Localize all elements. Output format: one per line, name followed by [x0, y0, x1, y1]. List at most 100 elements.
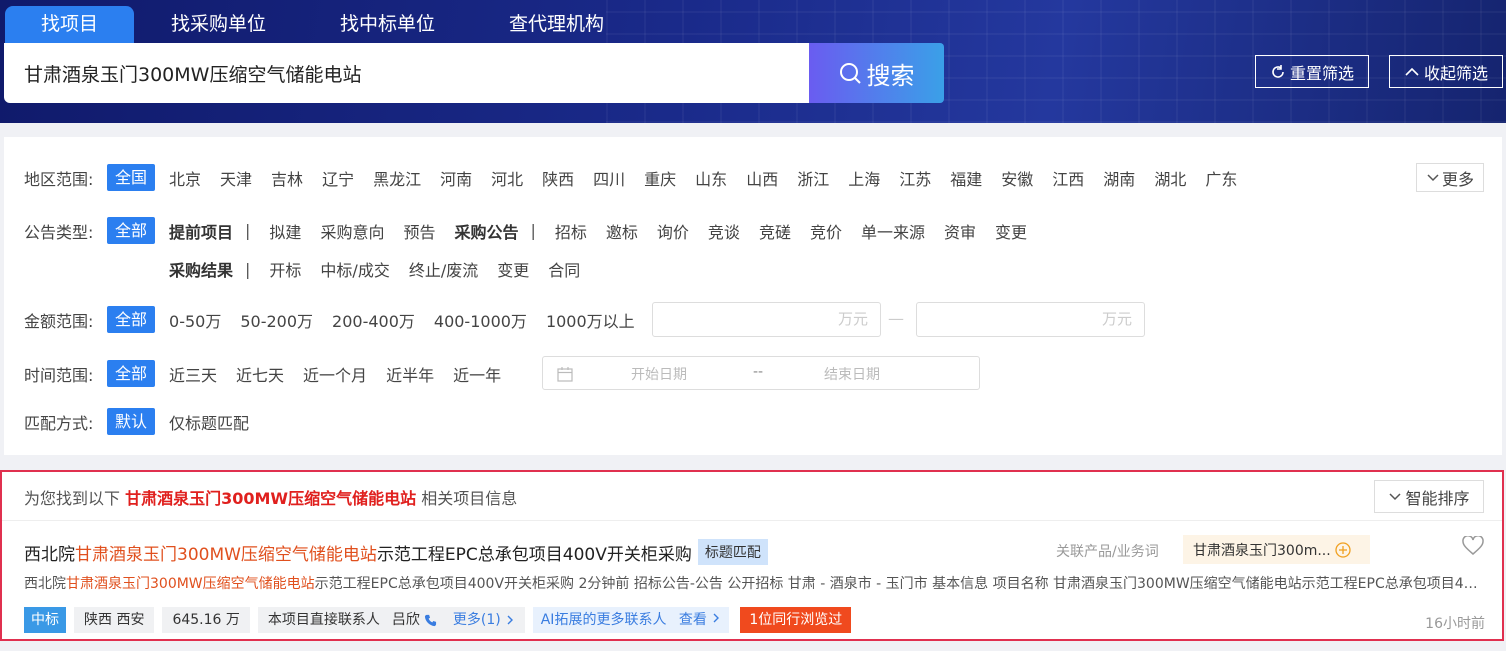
add-circle-icon[interactable] [1335, 541, 1351, 558]
amount-dash: — [888, 309, 904, 328]
amount-option[interactable]: 400-1000万 [434, 308, 527, 332]
region-option[interactable]: 江西 [1052, 166, 1084, 190]
type-option[interactable]: 变更 [995, 219, 1027, 243]
start-date-input[interactable]: 开始日期 [631, 364, 687, 384]
type-option[interactable]: 竞价 [810, 219, 842, 243]
amount-option[interactable]: 0-50万 [169, 308, 221, 332]
type-option[interactable]: 预告 [403, 219, 435, 243]
region-option[interactable]: 重庆 [644, 166, 676, 190]
type-option[interactable]: 询价 [657, 219, 689, 243]
tab-find-winner[interactable]: 找中标单位 [303, 6, 472, 43]
smart-sort-button[interactable]: 智能排序 [1374, 480, 1484, 513]
date-range-picker[interactable]: 开始日期 -- 结束日期 [542, 356, 980, 390]
search-button-label: 搜索 [866, 61, 915, 90]
type-option[interactable]: 采购意向 [320, 219, 384, 243]
search-tabs: 找项目 找采购单位 找中标单位 查代理机构 [5, 6, 641, 43]
type-group-early[interactable]: 提前项目 [169, 219, 233, 243]
time-option[interactable]: 全部 [107, 360, 156, 387]
amount-max-input[interactable]: 万元 [916, 302, 1145, 337]
time-option[interactable]: 近半年 [386, 362, 434, 386]
type-group-result[interactable]: 采购结果 [169, 257, 233, 281]
type-option[interactable]: 单一来源 [861, 219, 925, 243]
type-option[interactable]: 变更 [497, 257, 529, 281]
type-option[interactable]: 开标 [269, 257, 301, 281]
region-option[interactable]: 山东 [695, 166, 727, 190]
type-option[interactable]: 中标/成交 [320, 257, 389, 281]
region-option[interactable]: 湖南 [1103, 166, 1135, 190]
chevron-right-icon [507, 615, 513, 625]
results-suffix: 相关项目信息 [421, 489, 518, 508]
desc-suffix: 示范工程EPC总承包项目400V开关柜采购 2分钟前 招标公告-公告 公开招标 … [314, 576, 1484, 592]
region-option[interactable]: 河南 [440, 166, 472, 190]
tab-find-project[interactable]: 找项目 [5, 6, 135, 43]
amount-option[interactable]: 全部 [107, 306, 156, 333]
time-option[interactable]: 近一个月 [303, 362, 367, 386]
results-prefix: 为您找到以下 [24, 489, 121, 508]
type-label: 公告类型: [24, 222, 94, 242]
ai-contacts-view-link[interactable]: 查看 [679, 612, 707, 628]
collapse-filters-button[interactable]: 收起筛选 [1389, 55, 1503, 88]
type-option[interactable]: 资审 [944, 219, 976, 243]
chevron-down-icon [1427, 173, 1439, 181]
tab-find-buyer[interactable]: 找采购单位 [134, 6, 303, 43]
time-option[interactable]: 近三天 [169, 362, 217, 386]
chevron-right-icon [713, 613, 720, 623]
end-date-input[interactable]: 结束日期 [824, 364, 880, 384]
contact-name[interactable]: 吕欣 [392, 607, 420, 633]
amount-option[interactable]: 1000万以上 [546, 308, 635, 332]
reset-filters-button[interactable]: 重置筛选 [1255, 55, 1369, 88]
search-icon [839, 63, 861, 84]
region-more-button[interactable]: 更多 [1416, 163, 1484, 192]
amount-option[interactable]: 200-400万 [332, 308, 415, 332]
region-option[interactable]: 山西 [746, 166, 778, 190]
contact-pill: 本项目直接联系人 吕欣 更多(1) [257, 607, 525, 633]
region-option[interactable]: 湖北 [1154, 166, 1186, 190]
time-option[interactable]: 近七天 [236, 362, 284, 386]
region-option[interactable]: 黑龙江 [373, 166, 421, 190]
separator: | [245, 221, 251, 240]
region-option[interactable]: 辽宁 [322, 166, 354, 190]
type-option[interactable]: 终止/废流 [409, 257, 478, 281]
type-option[interactable]: 拟建 [269, 219, 301, 243]
date-separator: -- [753, 364, 764, 380]
region-option[interactable]: 江苏 [899, 166, 931, 190]
region-option[interactable]: 四川 [593, 166, 625, 190]
region-option[interactable]: 天津 [220, 166, 252, 190]
match-option[interactable]: 默认 [107, 408, 156, 435]
amount-min-input[interactable]: 万元 [652, 302, 881, 337]
region-option[interactable]: 上海 [848, 166, 880, 190]
region-option[interactable]: 浙江 [797, 166, 829, 190]
region-option[interactable]: 北京 [169, 166, 201, 190]
tab-find-agency[interactable]: 查代理机构 [472, 6, 641, 43]
amount-option[interactable]: 50-200万 [240, 308, 313, 332]
region-option[interactable]: 广东 [1205, 166, 1237, 190]
region-label: 地区范围: [24, 169, 94, 189]
match-option[interactable]: 仅标题匹配 [169, 410, 249, 434]
type-option[interactable]: 招标 [555, 219, 587, 243]
related-product-pill[interactable]: 甘肃酒泉玉门300m... [1183, 535, 1370, 564]
type-option[interactable]: 合同 [548, 257, 580, 281]
search-input[interactable] [4, 43, 809, 103]
type-option[interactable]: 竞谈 [708, 219, 740, 243]
type-group-procurement[interactable]: 采购公告 [454, 219, 518, 243]
type-option-all[interactable]: 全部 [107, 217, 156, 244]
time-option[interactable]: 近一年 [453, 362, 501, 386]
search-box [4, 43, 809, 103]
type-option[interactable]: 邀标 [606, 219, 638, 243]
region-option[interactable]: 全国 [107, 164, 156, 191]
phone-icon[interactable] [424, 614, 437, 627]
results-panel: 为您找到以下 甘肃酒泉玉门300MW压缩空气储能电站 相关项目信息 智能排序 西… [0, 470, 1504, 641]
region-option[interactable]: 福建 [950, 166, 982, 190]
region-option[interactable]: 河北 [491, 166, 523, 190]
ai-contacts-pill[interactable]: AI拓展的更多联系人 查看 [532, 607, 730, 633]
heart-icon[interactable] [1462, 536, 1484, 556]
search-button[interactable]: 搜索 [809, 43, 944, 103]
contact-more-link[interactable]: 更多(1) [453, 607, 501, 633]
result-title-link[interactable]: 西北院 甘肃酒泉玉门300MW压缩空气储能电站 示范工程EPC总承包项目400V开关… [24, 539, 768, 565]
title-highlight: 甘肃酒泉玉门300MW压缩空气储能电站 [75, 544, 377, 565]
region-option[interactable]: 吉林 [271, 166, 303, 190]
type-option[interactable]: 竞磋 [759, 219, 791, 243]
region-option[interactable]: 安徽 [1001, 166, 1033, 190]
region-option[interactable]: 陕西 [542, 166, 574, 190]
desc-highlight: 甘肃酒泉玉门300MW压缩空气储能电站 [66, 576, 315, 592]
